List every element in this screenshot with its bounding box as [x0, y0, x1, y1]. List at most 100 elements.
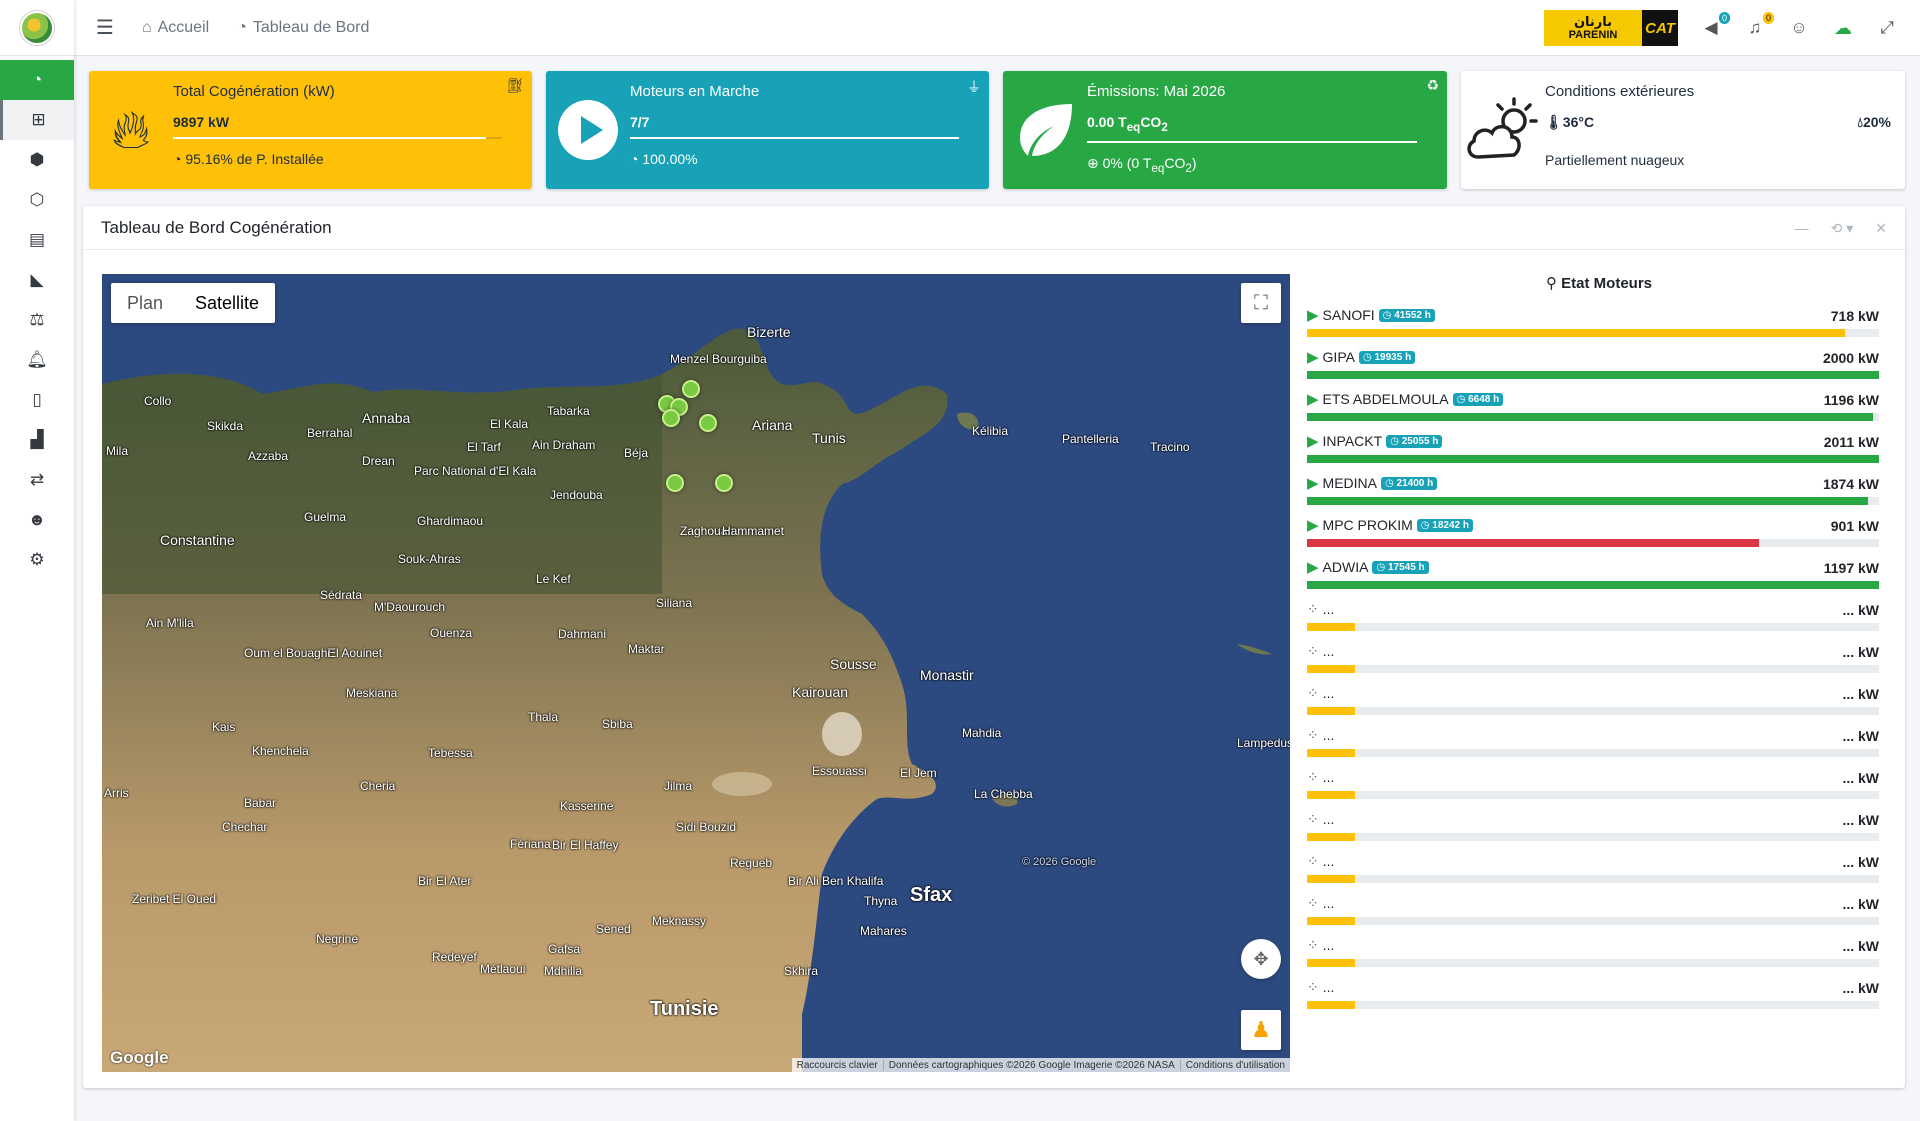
map-label: Le Kef	[536, 572, 571, 586]
engine-progress	[1307, 707, 1879, 715]
map-camera-control[interactable]: ✥	[1241, 939, 1281, 979]
pegman-icon: ♟	[1251, 1017, 1271, 1042]
spinner-icon: ⁘	[1307, 978, 1319, 995]
sidebar-item-share[interactable]: ⇄	[0, 460, 74, 500]
site-marker[interactable]	[682, 380, 700, 398]
spinner-icon: ⁘	[1307, 642, 1319, 659]
sidebar-item-engines[interactable]: ⬢	[0, 140, 74, 180]
messages-button[interactable]: ◀ 0	[1700, 12, 1730, 38]
map-fullscreen-button[interactable]: ⛶	[1241, 283, 1281, 323]
cloud-download-button[interactable]: ☁	[1832, 18, 1854, 39]
map-label: Jendouba	[550, 488, 603, 502]
keyboard-shortcuts-link[interactable]: Raccourcis clavier	[792, 1060, 883, 1071]
user-button[interactable]: ☺	[1788, 18, 1810, 38]
fullscreen-button[interactable]: ⤢	[1876, 18, 1898, 38]
sidebar-item-industry[interactable]: ▟	[0, 420, 74, 460]
cloud-sun-icon	[1461, 71, 1545, 189]
sidebar-item-servers[interactable]: ▤	[0, 220, 74, 260]
weather-description: Partiellement nuageux	[1545, 152, 1685, 168]
map-label: Cheria	[360, 779, 396, 793]
engine-name: ...	[1322, 643, 1335, 659]
map-label: Ghardimaou	[417, 514, 484, 528]
tachometer-icon: ◔	[630, 151, 639, 167]
notifications-button[interactable]: ♫ 0	[1744, 12, 1774, 38]
site-marker[interactable]	[715, 474, 733, 492]
globe-icon: ⊕	[1087, 154, 1099, 171]
terms-link[interactable]: Conditions d'utilisation	[1179, 1059, 1290, 1071]
street-view-pegman[interactable]: ♟	[1241, 1010, 1281, 1050]
engine-row[interactable]: ▶ GIPA ◷ 19935 h 2000 kW	[1307, 346, 1891, 388]
sidebar-item-alerts[interactable]: 🔔︎	[0, 340, 74, 380]
industry-icon: ▟	[30, 430, 44, 449]
parenin-logo-text: PARENIN	[1568, 29, 1618, 42]
sidebar-item-invoices[interactable]: ▯	[0, 380, 74, 420]
engine-row[interactable]: ▶ INPACKT ◷ 25055 h 2011 kW	[1307, 430, 1891, 472]
play-circle-icon: ▶	[1307, 559, 1319, 576]
engine-row[interactable]: ▶ ETS ABDELMOULA ◷ 6648 h 1196 kW	[1307, 388, 1891, 430]
engine-name: ...	[1322, 685, 1335, 701]
app-logo[interactable]	[0, 0, 74, 56]
sidebar-item-charts[interactable]: ◣	[0, 260, 74, 300]
sidebar-item-units[interactable]: ⬡	[0, 180, 74, 220]
play-circle-icon: ▶	[1307, 391, 1319, 408]
engine-hours: 6648 h	[1468, 393, 1500, 405]
map-label: Souk-Ahras	[398, 552, 461, 566]
infobox-desc: ◔ 100.00%	[630, 151, 989, 167]
engine-name: GIPA	[1322, 349, 1355, 365]
map-label: Tracino	[1150, 440, 1190, 454]
engine-progress-fill	[1307, 875, 1355, 883]
infobox-desc-text: 100.00%	[642, 151, 698, 167]
spinner-icon: ⁘	[1307, 936, 1319, 953]
site-marker[interactable]	[666, 474, 684, 492]
map-label: El Aouinet	[328, 646, 383, 660]
engine-hours: 17545 h	[1387, 561, 1425, 573]
site-marker[interactable]	[699, 414, 717, 432]
engine-name: ...	[1322, 979, 1335, 995]
engine-row[interactable]: ▶ ADWIA ◷ 17545 h 1197 kW	[1307, 556, 1891, 598]
engine-power: ... kW	[1842, 728, 1879, 744]
nav-dashboard-link[interactable]: ◔ Tableau de Bord	[237, 19, 369, 37]
engine-head: ▶ INPACKT ◷ 25055 h	[1307, 430, 1891, 452]
sidebar-item-dashboard[interactable]: ◔	[0, 60, 74, 100]
sidebar-item-settings[interactable]: ⚙	[0, 540, 74, 580]
map-label: Regueb	[730, 856, 773, 870]
history-button[interactable]: ⟲ ▾	[1831, 220, 1854, 237]
collapse-button[interactable]: —	[1795, 220, 1809, 236]
engine-row[interactable]: ▶ MPC PROKIM ◷ 18242 h 901 kW	[1307, 514, 1891, 556]
engine-name: ...	[1322, 601, 1335, 617]
logo-icon	[20, 10, 54, 45]
engine-row[interactable]: ▶ SANOFI ◷ 41552 h 718 kW	[1307, 304, 1891, 346]
map-label: M'Daourouch	[374, 600, 445, 614]
engines-title: ⚲ Etat Moteurs	[1307, 274, 1891, 296]
engine-progress-fill	[1307, 791, 1355, 799]
map-label: Maktar	[628, 642, 665, 656]
engine-progress-fill	[1307, 665, 1355, 673]
infobox-emissions: Émissions: Mai 2026 0.00 TeqCO2 ⊕ 0% (0 …	[1003, 71, 1447, 189]
infobox-desc: ⊕ 0% (0 TeqCO2)	[1087, 155, 1447, 175]
engine-row-loading: ⁘...... kW	[1307, 850, 1891, 892]
infobox-value: 7/7	[630, 114, 650, 130]
menu-toggle-icon[interactable]: ☰	[96, 15, 114, 40]
map-label: Bir El Haffey	[552, 838, 619, 852]
engine-head: ▶ SANOFI ◷ 41552 h	[1307, 304, 1891, 326]
map-type-satellite-button[interactable]: Satellite	[179, 283, 275, 323]
infobox-title: Moteurs en Marche	[630, 83, 760, 100]
site-marker[interactable]	[662, 409, 680, 427]
map-label: Tebessa	[428, 746, 473, 760]
map-view[interactable]: Plan Satellite ⛶ ✥ ♟ Bizerte Menzel Bour…	[102, 274, 1290, 1072]
nav-home-link[interactable]: ⌂ Accueil	[142, 19, 209, 37]
engine-name: SANOFI	[1322, 307, 1375, 323]
map-label: Arris	[104, 786, 129, 800]
fullscreen-icon: ⛶	[1254, 291, 1268, 314]
engine-head: ⁘...	[1307, 808, 1891, 830]
sidebar-item-balance[interactable]: ⚖	[0, 300, 74, 340]
engine-progress-fill	[1307, 371, 1879, 379]
engine-progress-fill	[1307, 539, 1759, 547]
sidebar-item-users[interactable]: ☻	[0, 500, 74, 540]
engine-progress-fill	[1307, 833, 1355, 841]
map-type-plan-button[interactable]: Plan	[111, 283, 179, 323]
close-button[interactable]: ✕	[1875, 220, 1887, 237]
sidebar-item-network[interactable]: ⊞	[0, 100, 74, 140]
engine-row[interactable]: ▶ MEDINA ◷ 21400 h 1874 kW	[1307, 472, 1891, 514]
map-label: Lampedusa	[1237, 736, 1290, 750]
